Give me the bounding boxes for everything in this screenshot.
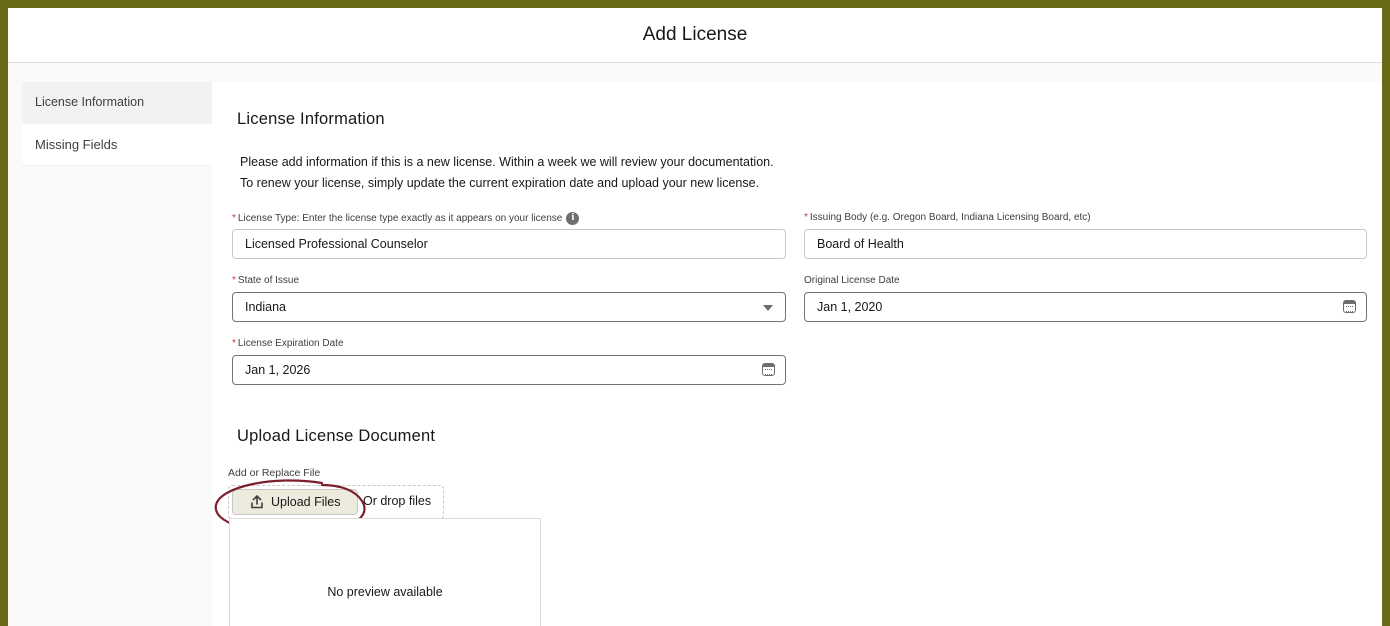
issuing-body-label-text: Issuing Body (e.g. Oregon Board, Indiana…	[809, 212, 1091, 223]
description-line-1: Please add information if this is a new …	[240, 155, 774, 169]
license-expiration-date-label: * License Expiration Date	[232, 338, 344, 349]
state-of-issue-select[interactable]: Indiana	[232, 292, 786, 322]
info-icon[interactable]: i	[566, 212, 580, 225]
modal-header: Add License	[8, 8, 1382, 63]
license-type-label: * License Type: Enter the license type ex…	[232, 212, 580, 225]
original-license-date-input[interactable]: Jan 1, 2020	[804, 292, 1367, 322]
page-title: Add License	[642, 24, 748, 45]
required-marker: *	[804, 212, 808, 223]
left-nav: License Information Missing Fields	[22, 82, 212, 166]
drop-files-text: Or drop files	[363, 494, 432, 508]
license-information-heading: License Information	[237, 110, 385, 128]
state-of-issue-label-text: State of Issue	[237, 275, 300, 286]
state-of-issue-label: * State of Issue	[232, 275, 299, 286]
calendar-icon[interactable]	[762, 363, 775, 376]
required-marker: *	[232, 338, 236, 349]
license-expiration-date-input[interactable]: Jan 1, 2026	[232, 355, 786, 385]
nav-item-license-information[interactable]: License Information	[22, 82, 212, 124]
original-license-date-label: Original License Date	[804, 275, 900, 286]
required-marker: *	[232, 213, 236, 225]
original-license-date-value: Jan 1, 2020	[817, 300, 883, 314]
license-expiration-date-value: Jan 1, 2026	[245, 363, 311, 377]
calendar-icon[interactable]	[1343, 300, 1356, 313]
upload-license-document-heading: Upload License Document	[237, 427, 436, 445]
issuing-body-input[interactable]: Board of Health	[804, 229, 1367, 259]
required-marker: *	[232, 275, 236, 286]
issuing-body-label: * Issuing Body (e.g. Oregon Board, Indian…	[804, 212, 1091, 223]
no-preview-text: No preview available	[327, 585, 443, 599]
description-line-2: To renew your license, simply update the…	[240, 176, 760, 190]
chevron-down-icon	[763, 305, 773, 311]
file-preview: No preview available	[229, 518, 541, 626]
nav-item-missing-fields[interactable]: Missing Fields	[22, 124, 212, 166]
license-type-label-text: License Type: Enter the license type exa…	[237, 213, 563, 225]
license-expiration-date-label-text: License Expiration Date	[237, 338, 344, 349]
state-of-issue-value: Indiana	[245, 300, 287, 314]
license-type-input[interactable]: Licensed Professional Counselor	[232, 229, 786, 259]
